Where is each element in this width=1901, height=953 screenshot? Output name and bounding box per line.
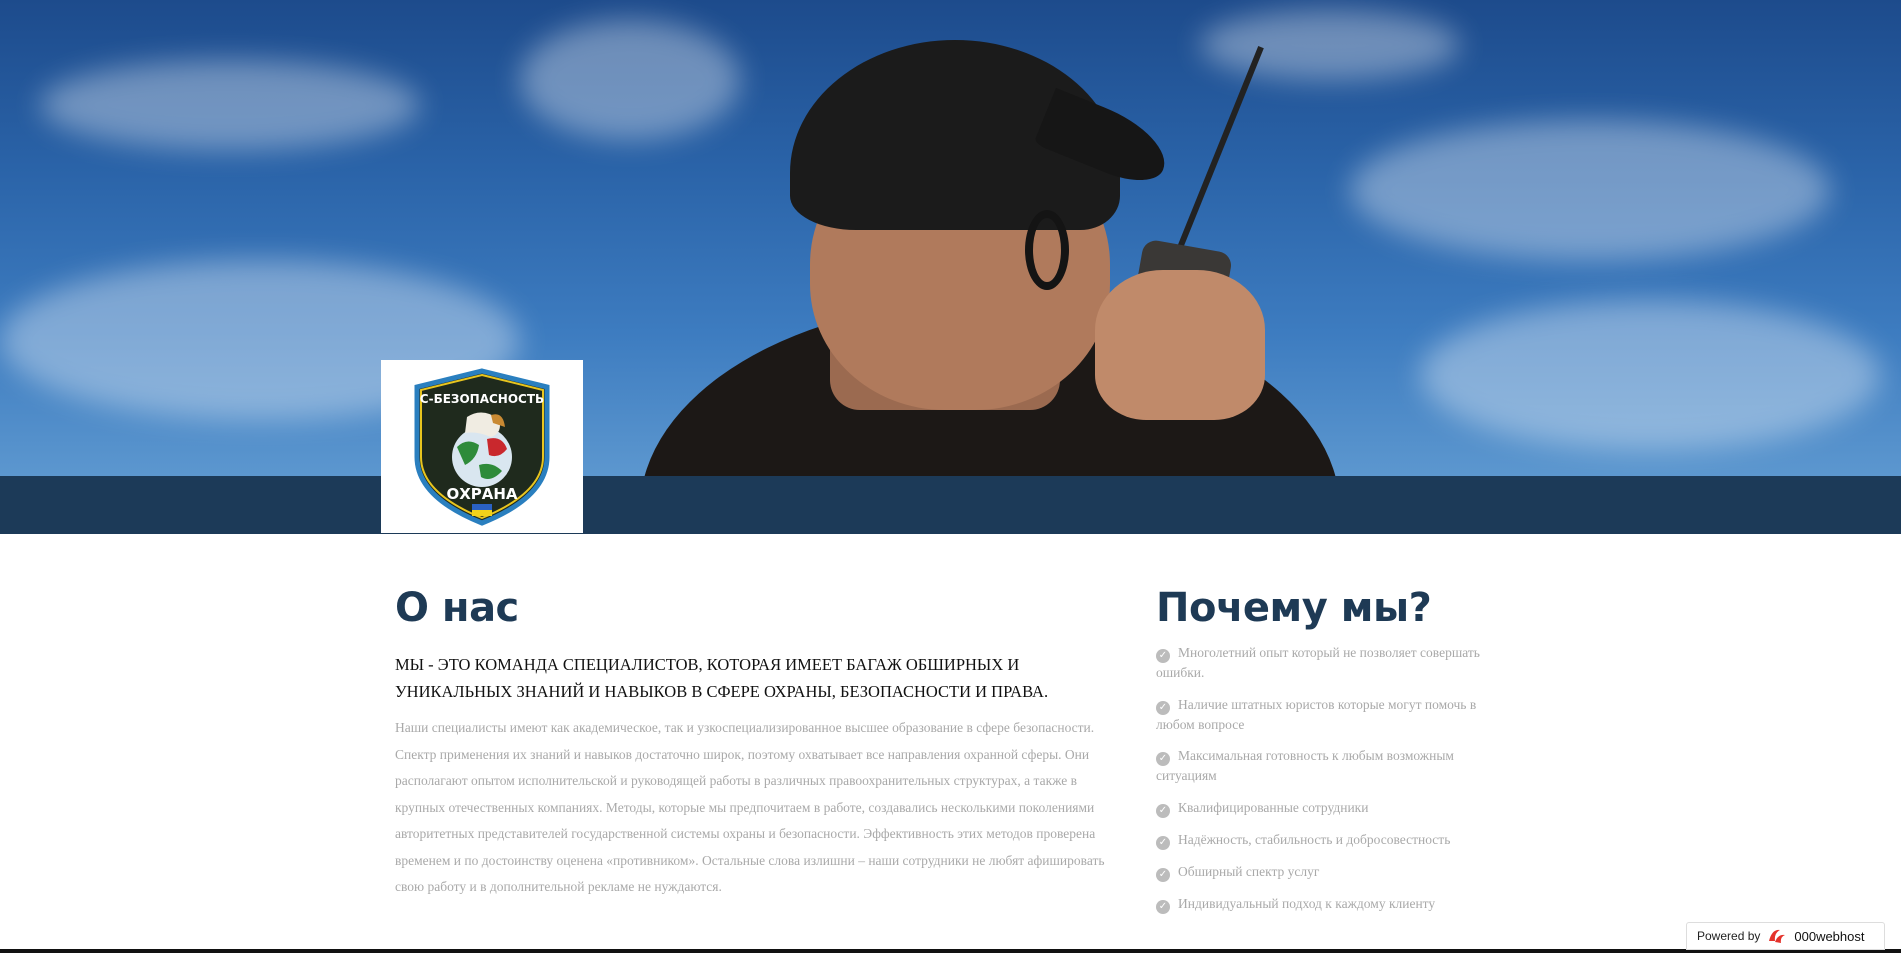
list-item: ✓ Квалифицированные сотрудники: [1156, 798, 1516, 818]
radio-antenna: [1170, 45, 1264, 267]
000webhost-logo-icon: [1769, 929, 1786, 943]
list-item-text: Обширный спектр услуг: [1178, 863, 1320, 879]
cloud: [40, 60, 420, 150]
why-title: Почему мы?: [1156, 585, 1432, 631]
list-item: ✓ Обширный спектр услуг: [1156, 862, 1516, 882]
list-item: ✓ Многолетний опыт который не позволяет с…: [1156, 643, 1516, 683]
guard-hand: [1095, 270, 1265, 420]
cloud: [1200, 10, 1460, 80]
check-circle-icon: ✓: [1156, 649, 1170, 663]
list-item: ✓ Максимальная готовность к любым возможн…: [1156, 746, 1516, 786]
list-item-text: Наличие штатных юристов которые могут по…: [1156, 696, 1477, 732]
why-section: Почему мы? ✓ Многолетний опыт который не …: [1156, 585, 1516, 926]
about-body: Наши специалисты имеют как академическое…: [395, 720, 1105, 894]
cloud: [1350, 120, 1830, 260]
earpiece-icon: [1025, 210, 1069, 290]
check-circle-icon: ✓: [1156, 835, 1170, 850]
list-item-text: Максимальная готовность к любым возможны…: [1156, 748, 1454, 783]
list-item-text: Многолетний опыт который не позволяет со…: [1156, 645, 1480, 680]
powered-by-badge[interactable]: Powered by 000webhost: [1686, 922, 1885, 950]
check-circle-icon: ✓: [1156, 899, 1170, 914]
logo-bottom-text: ОХРАНА: [446, 485, 517, 503]
bottom-line: [0, 949, 1901, 953]
hero-bar: [0, 476, 1901, 534]
list-item-text: Индивидуальный подход к каждому клиенту: [1178, 895, 1436, 911]
why-list: ✓ Многолетний опыт который не позволяет с…: [1156, 643, 1516, 914]
hero-image: [0, 0, 1901, 476]
list-item: ✓ Надёжность, стабильность и добросовестн…: [1156, 830, 1516, 850]
check-circle-icon: ✓: [1156, 700, 1170, 715]
check-circle-icon: ✓: [1156, 867, 1170, 882]
about-section: О нас МЫ - ЭТО КОМАНДА СПЕЦИАЛИСТОВ, КОТ…: [395, 585, 1130, 901]
about-lead: МЫ - ЭТО КОМАНДА СПЕЦИАЛИСТОВ, КОТОРАЯ И…: [395, 655, 1049, 701]
list-item-text: Надёжность, стабильность и добросовестно…: [1178, 831, 1451, 847]
list-item-text: Квалифицированные сотрудники: [1178, 799, 1369, 815]
list-item: ✓ Индивидуальный подход к каждому клиенту: [1156, 894, 1516, 914]
check-circle-icon: ✓: [1156, 803, 1170, 818]
logo[interactable]: С-БЕЗОПАСНОСТЬ ОХРАНА: [381, 360, 583, 533]
cloud: [520, 20, 740, 140]
powered-brand: 000webhost: [1794, 928, 1865, 944]
shield-logo-icon: С-БЕЗОПАСНОСТЬ ОХРАНА: [414, 367, 550, 526]
list-item: ✓ Наличие штатных юристов которые могут п…: [1156, 695, 1516, 735]
check-circle-icon: ✓: [1156, 752, 1170, 766]
powered-label: Powered by: [1697, 929, 1761, 943]
logo-top-text: С-БЕЗОПАСНОСТЬ: [420, 392, 544, 406]
about-title: О нас: [395, 585, 519, 631]
cloud: [1420, 300, 1880, 450]
